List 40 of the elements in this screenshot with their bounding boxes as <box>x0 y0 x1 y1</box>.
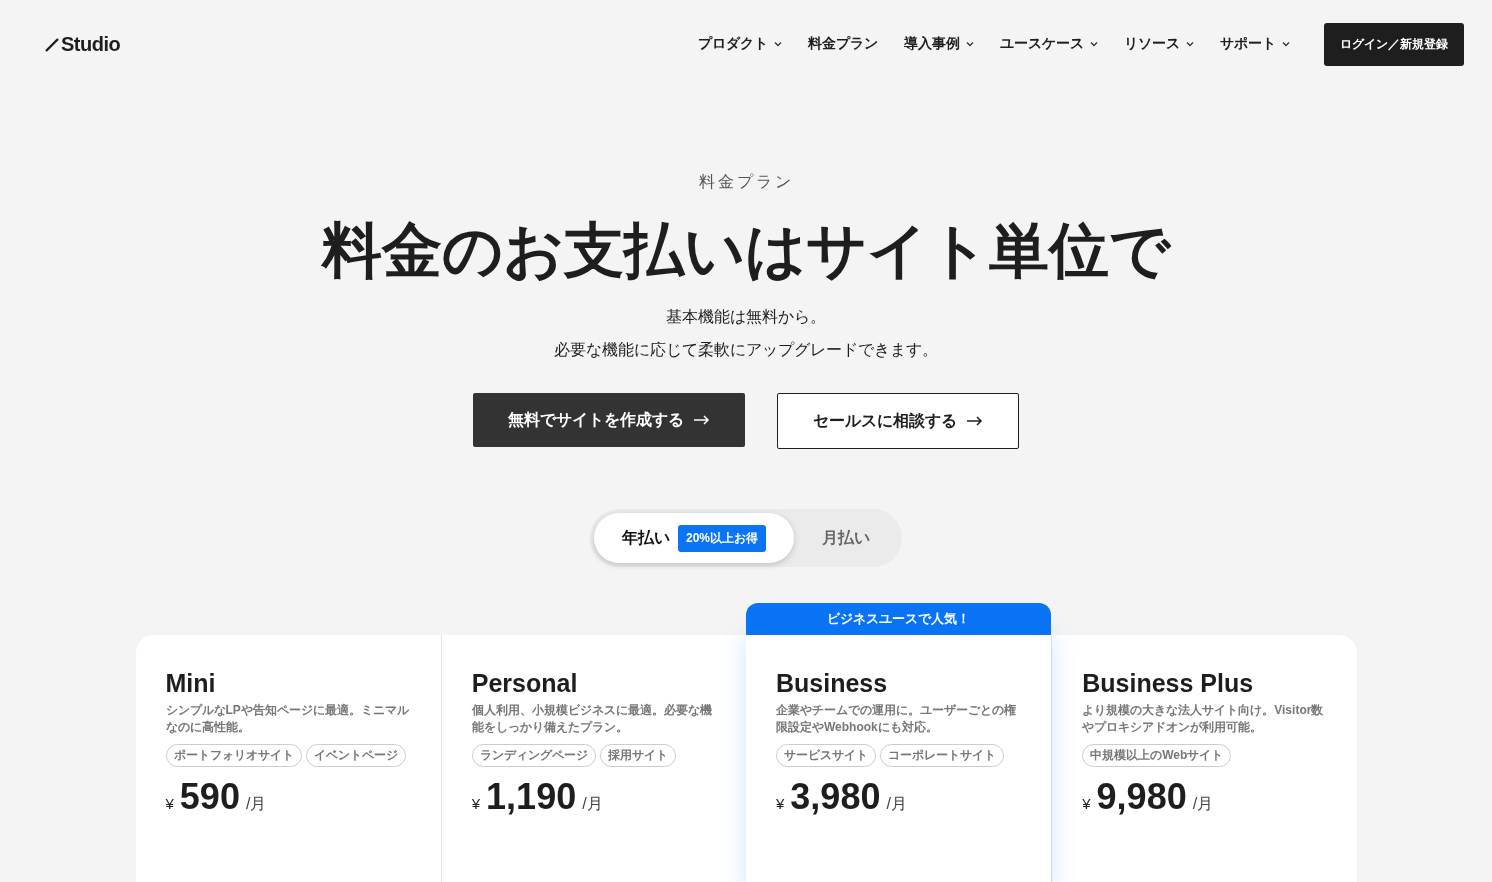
plan-price: 3,980 <box>790 777 881 817</box>
plan-description: より規模の大きな法人サイト向け。Visitor数やプロキシアドオンが利用可能。 <box>1082 702 1325 736</box>
login-button[interactable]: ログイン／新規登録 <box>1324 22 1464 66</box>
plan-name: Mini <box>165 669 217 698</box>
plan-name: Personal <box>471 669 579 698</box>
discount-badge: 20%以上お得 <box>678 524 766 552</box>
nav-link[interactable]: サポート <box>1220 35 1290 53</box>
plan-description: 個人利用、小規模ビジネスに最適。必要な機能をしっかり備えたプラン。 <box>471 702 713 736</box>
nav-link[interactable]: ユースケース <box>1000 35 1098 53</box>
price-unit: /月 <box>582 795 603 813</box>
plan-price: 590 <box>179 777 240 817</box>
plan-price: 9,980 <box>1096 777 1187 817</box>
billing-option[interactable]: 年払い 20%以上お得 <box>594 513 794 563</box>
currency-symbol: ¥ <box>776 796 785 813</box>
price-unit: /月 <box>886 795 907 813</box>
plan-description: シンプルなLPや告知ページに最適。ミニマルなのに高性能。 <box>165 702 410 736</box>
studio-logo[interactable]: Studio <box>44 32 121 56</box>
nav-link[interactable]: リソース <box>1124 35 1194 53</box>
plan-name: Business Plus <box>1082 669 1255 698</box>
nav-link[interactable]: 導入事例 <box>904 35 974 53</box>
nav-link[interactable]: プロダクト <box>698 35 782 53</box>
subtitle-line: 必要な機能に応じて柔軟にアップグレードできます。 <box>554 340 938 360</box>
price-unit: /月 <box>1192 795 1214 813</box>
currency-symbol: ¥ <box>165 796 174 813</box>
arrow-right-icon <box>694 415 710 425</box>
contact-sales-button[interactable]: セールスに相談する <box>777 393 1019 449</box>
create-site-button[interactable]: 無料でサイトを作成する <box>473 393 745 447</box>
plan-name: Business <box>776 669 889 698</box>
billing-option[interactable]: 月払い <box>794 513 898 563</box>
price-unit: /月 <box>245 795 267 813</box>
nav-link[interactable]: 料金プラン <box>808 35 878 53</box>
section-eyebrow: 料金プラン <box>698 172 794 192</box>
arrow-right-icon <box>967 416 983 426</box>
currency-symbol: ¥ <box>471 796 481 813</box>
popular-badge: ビジネスユースで人気！ <box>746 603 1052 635</box>
page-heading: 料金のお支払いはサイト単位で <box>322 216 1170 286</box>
subtitle-line: 基本機能は無料から。 <box>666 307 826 327</box>
plan-description: 企業やチームでの運用に。ユーザーごとの権限設定やWebhookにも対応。 <box>776 702 1017 736</box>
plan-price: 1,190 <box>486 777 577 817</box>
currency-symbol: ¥ <box>1082 796 1091 813</box>
